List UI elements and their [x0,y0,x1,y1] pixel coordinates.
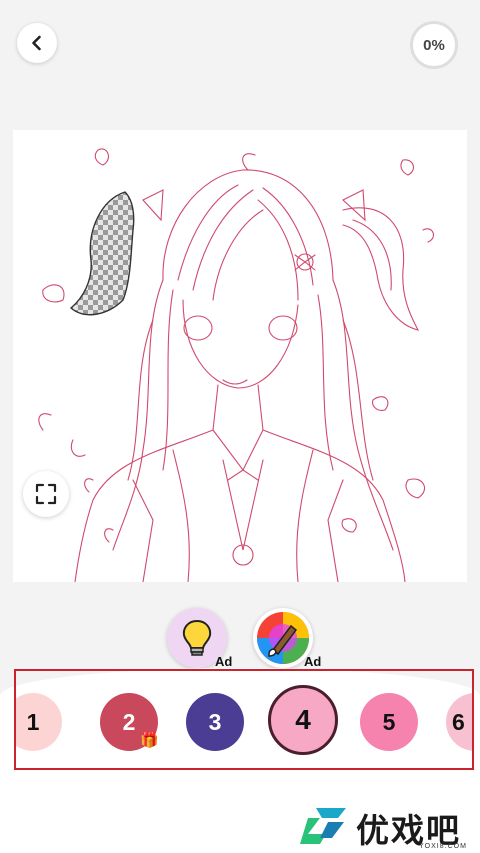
rainbow-brush-ad-label: Ad [304,654,322,669]
logo-mark-icon [300,808,346,844]
hint-ad-label: Ad [215,654,233,669]
chevron-left-icon [32,35,41,51]
progress-indicator: 0% [410,21,458,69]
swatch-number: 5 [382,708,396,735]
swatch-number: 1 [26,708,40,735]
color-swatch-2[interactable]: 2 🎁 [100,693,159,751]
swatch-number: 4 [295,704,311,735]
color-swatch-5[interactable]: 5 [360,693,418,751]
lightbulb-icon [182,619,212,656]
swatch-number: 6 [452,708,465,735]
color-swatch-6[interactable]: 6 [446,693,472,751]
color-swatch-3[interactable]: 3 [186,693,244,751]
watermark-en-text: YOXI8.COM [419,843,467,850]
swatch-number: 2 [122,708,136,735]
back-button[interactable] [17,23,57,63]
swatch-number: 3 [208,708,222,735]
watermark-logo: 优戏吧 YOXI8.COM [298,802,478,850]
color-swatch-4-selected[interactable]: 4 [268,685,338,755]
coloring-canvas[interactable] [13,130,467,582]
gift-icon: 🎁 [140,732,159,749]
rainbow-brush-icon [257,612,309,664]
color-swatch-1[interactable]: 1 [16,693,62,751]
fullscreen-button[interactable] [23,471,69,517]
top-bar: 0% [0,0,480,110]
line-art-image [38,148,434,582]
color-palette: 1 2 🎁 3 4 5 6 [14,669,474,770]
fullscreen-icon [35,483,57,505]
